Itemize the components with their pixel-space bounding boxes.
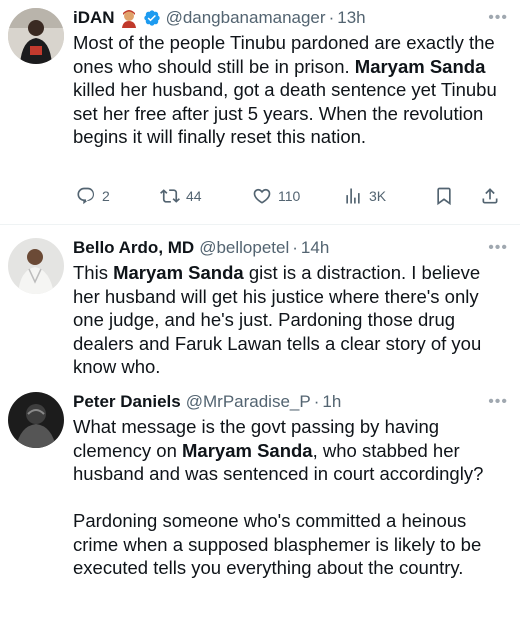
like-icon: [253, 188, 271, 204]
views-icon: [346, 188, 360, 204]
person-emoji-icon: [119, 8, 139, 28]
timestamp[interactable]: 14h: [301, 238, 329, 258]
timestamp[interactable]: 1h: [322, 392, 341, 412]
views-count: 3K: [369, 188, 387, 204]
display-name[interactable]: Peter Daniels: [73, 392, 181, 412]
views-button[interactable]: 3K: [343, 186, 386, 206]
handle[interactable]: @bellopetel: [199, 238, 289, 258]
tweet-peter-daniels[interactable]: Peter Daniels @MrParadise_P · 1h ••• Wha…: [0, 386, 520, 621]
handle[interactable]: @MrParadise_P: [186, 392, 311, 412]
share-icon: [482, 188, 498, 204]
timestamp[interactable]: 13h: [337, 8, 365, 28]
tweet-paragraph: Pardoning someone who's committed a hein…: [73, 509, 510, 580]
text-run: This: [73, 262, 114, 283]
tweet-idan[interactable]: iDAN @dangbanamanager · 13h ••• Most of …: [0, 0, 520, 224]
repost-icon: [160, 189, 180, 203]
separator-dot: ·: [313, 392, 320, 411]
tweet-header: iDAN @dangbanamanager · 13h •••: [73, 5, 508, 31]
display-name[interactable]: iDAN: [73, 8, 115, 28]
like-button[interactable]: 110: [252, 186, 300, 206]
avatar-image: [8, 238, 64, 294]
like-count: 110: [278, 188, 301, 204]
tweet-text: Most of the people Tinubu pardoned are e…: [73, 31, 510, 149]
tweet-header: Peter Daniels @MrParadise_P · 1h •••: [73, 389, 508, 415]
tweet-bello-ardo[interactable]: Bello Ardo, MD @bellopetel · 14h ••• Thi…: [0, 225, 520, 385]
tweet-paragraph: What message is the govt passing by havi…: [73, 415, 510, 486]
reply-button[interactable]: 2: [76, 186, 110, 206]
separator-dot: ·: [328, 8, 335, 27]
more-options-icon[interactable]: •••: [488, 239, 508, 257]
verified-badge-icon: [143, 9, 161, 27]
avatar[interactable]: [8, 238, 64, 294]
bookmark-button[interactable]: [434, 186, 454, 206]
repost-count: 44: [186, 188, 202, 204]
more-options-icon[interactable]: •••: [488, 393, 508, 411]
tweet-text: This Maryam Sanda gist is a distraction.…: [73, 261, 510, 379]
avatar-image: [8, 8, 64, 64]
action-bar: 2 44 110 3K: [72, 186, 508, 210]
separator-dot: ·: [292, 238, 298, 257]
tweet-paragraph: Most of the people Tinubu pardoned are e…: [73, 31, 510, 149]
highlighted-text: Maryam Sanda: [182, 439, 313, 461]
display-name[interactable]: Bello Ardo, MD: [73, 238, 194, 258]
reply-count: 2: [102, 188, 110, 204]
tweet-paragraph: This Maryam Sanda gist is a distraction.…: [73, 261, 510, 379]
reply-icon: [77, 187, 95, 205]
handle[interactable]: @dangbanamanager: [166, 8, 326, 28]
share-button[interactable]: [480, 186, 500, 206]
repost-button[interactable]: 44: [160, 186, 202, 206]
timeline: iDAN @dangbanamanager · 13h ••• Most of …: [0, 0, 520, 621]
avatar[interactable]: [8, 392, 64, 448]
more-options-icon[interactable]: •••: [488, 9, 508, 27]
highlighted-text: Maryam Sanda: [354, 55, 486, 77]
avatar-image: [8, 392, 64, 448]
text-run: killed her husband, got a death sentence…: [73, 79, 497, 147]
bookmark-icon: [437, 187, 451, 206]
avatar[interactable]: [8, 8, 64, 64]
tweet-header: Bello Ardo, MD @bellopetel · 14h •••: [73, 235, 508, 261]
highlighted-text: Maryam Sanda: [113, 262, 244, 283]
text-run: Pardoning someone who's committed a hein…: [73, 510, 482, 578]
tweet-text: What message is the govt passing by havi…: [73, 415, 510, 580]
